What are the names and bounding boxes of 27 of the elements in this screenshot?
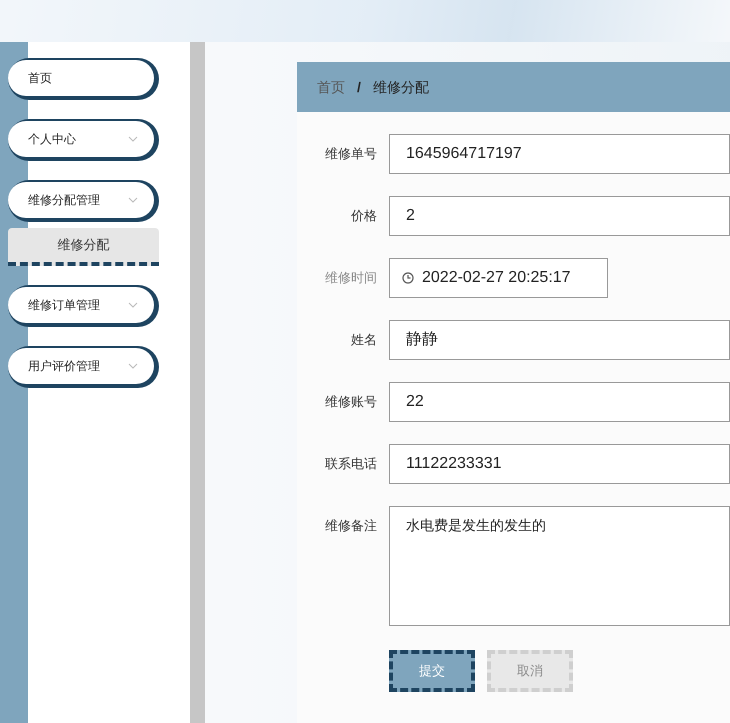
field-label: 联系电话 [324,455,377,474]
input-field[interactable]: 22 [389,382,730,422]
menu-item[interactable]: 维修订单管理 [8,285,159,327]
submenu-item[interactable]: 维修分配 [8,228,159,266]
field-label: 维修时间 [324,269,377,288]
date-time-field[interactable]: 2022-02-27 20:25:17 [389,258,608,298]
field-label: 维修账号 [324,393,377,412]
breadcrumb-separator: / [357,78,361,96]
input-field[interactable]: 静静 [389,320,730,360]
input-field[interactable]: 11122233331 [389,444,730,484]
menu-item[interactable]: 维修分配管理 [8,180,159,222]
menu-item[interactable]: 用户评价管理 [8,346,159,388]
input-field[interactable]: 1645964717197 [389,134,730,174]
field-label: 维修备注 [324,517,377,535]
menu-item[interactable]: 首页 [8,58,159,100]
field-label: 维修单号 [324,145,377,164]
chevron-down-icon [128,302,138,308]
menu-item[interactable]: 个人中心 [8,119,159,161]
field-label: 价格 [350,207,377,226]
date-time-value: 2022-02-27 20:25:17 [422,268,571,288]
chevron-down-icon [128,136,138,142]
input-field[interactable]: 2 [389,196,730,236]
chevron-down-icon [128,197,138,203]
remarks-field[interactable]: 水电费是发生的发生的 [389,506,730,626]
field-label: 姓名 [350,331,377,350]
clock-icon [402,272,414,284]
chevron-down-icon [128,363,138,369]
